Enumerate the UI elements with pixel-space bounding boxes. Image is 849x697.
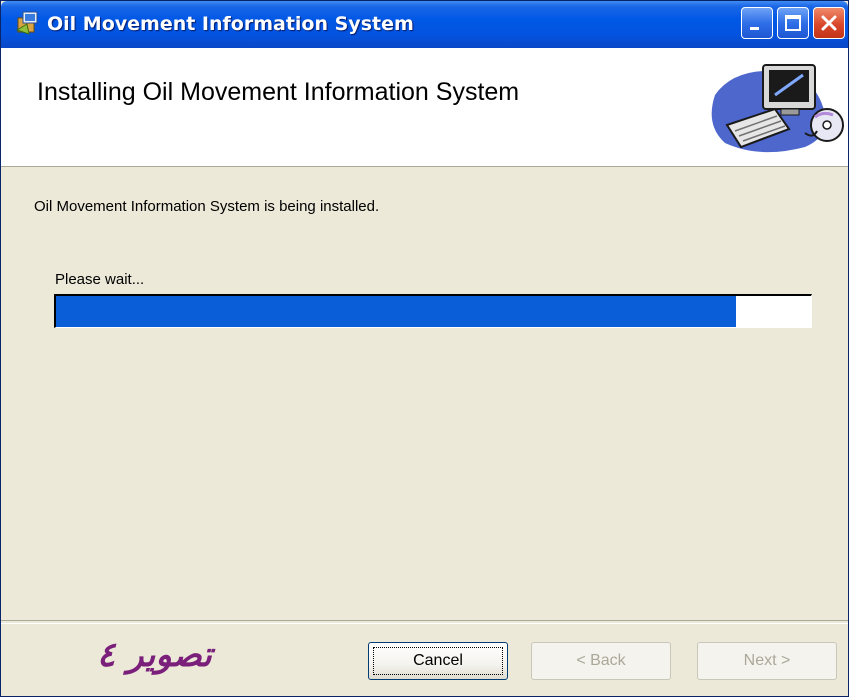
back-button-label: < Back: [576, 652, 626, 669]
close-button[interactable]: [813, 7, 845, 39]
install-progress-bar: [54, 294, 812, 328]
cancel-button[interactable]: Cancel: [368, 642, 508, 680]
minimize-icon: [750, 27, 759, 30]
page-title: Installing Oil Movement Information Syst…: [37, 78, 520, 106]
header-banner: Installing Oil Movement Information Syst…: [1, 48, 848, 167]
figure-caption: تصوير ٤: [97, 635, 212, 675]
minimize-button[interactable]: [741, 7, 773, 39]
next-button-label: Next >: [743, 652, 791, 669]
window-title: Oil Movement Information System: [47, 13, 414, 35]
installer-window: Oil Movement Information System Installi…: [0, 0, 849, 697]
install-status-text: Oil Movement Information System is being…: [34, 198, 380, 215]
close-icon: [821, 15, 837, 31]
footer-divider: [1, 620, 848, 624]
maximize-button[interactable]: [777, 7, 809, 39]
progress-fill: [56, 296, 736, 327]
maximize-icon: [785, 15, 801, 31]
installer-app-icon: [15, 10, 41, 36]
title-bar[interactable]: Oil Movement Information System: [1, 1, 848, 48]
next-button[interactable]: Next >: [697, 642, 837, 680]
please-wait-label: Please wait...: [55, 271, 145, 288]
computer-install-icon: [711, 64, 844, 153]
focus-rectangle: [373, 647, 503, 675]
back-button[interactable]: < Back: [531, 642, 671, 680]
